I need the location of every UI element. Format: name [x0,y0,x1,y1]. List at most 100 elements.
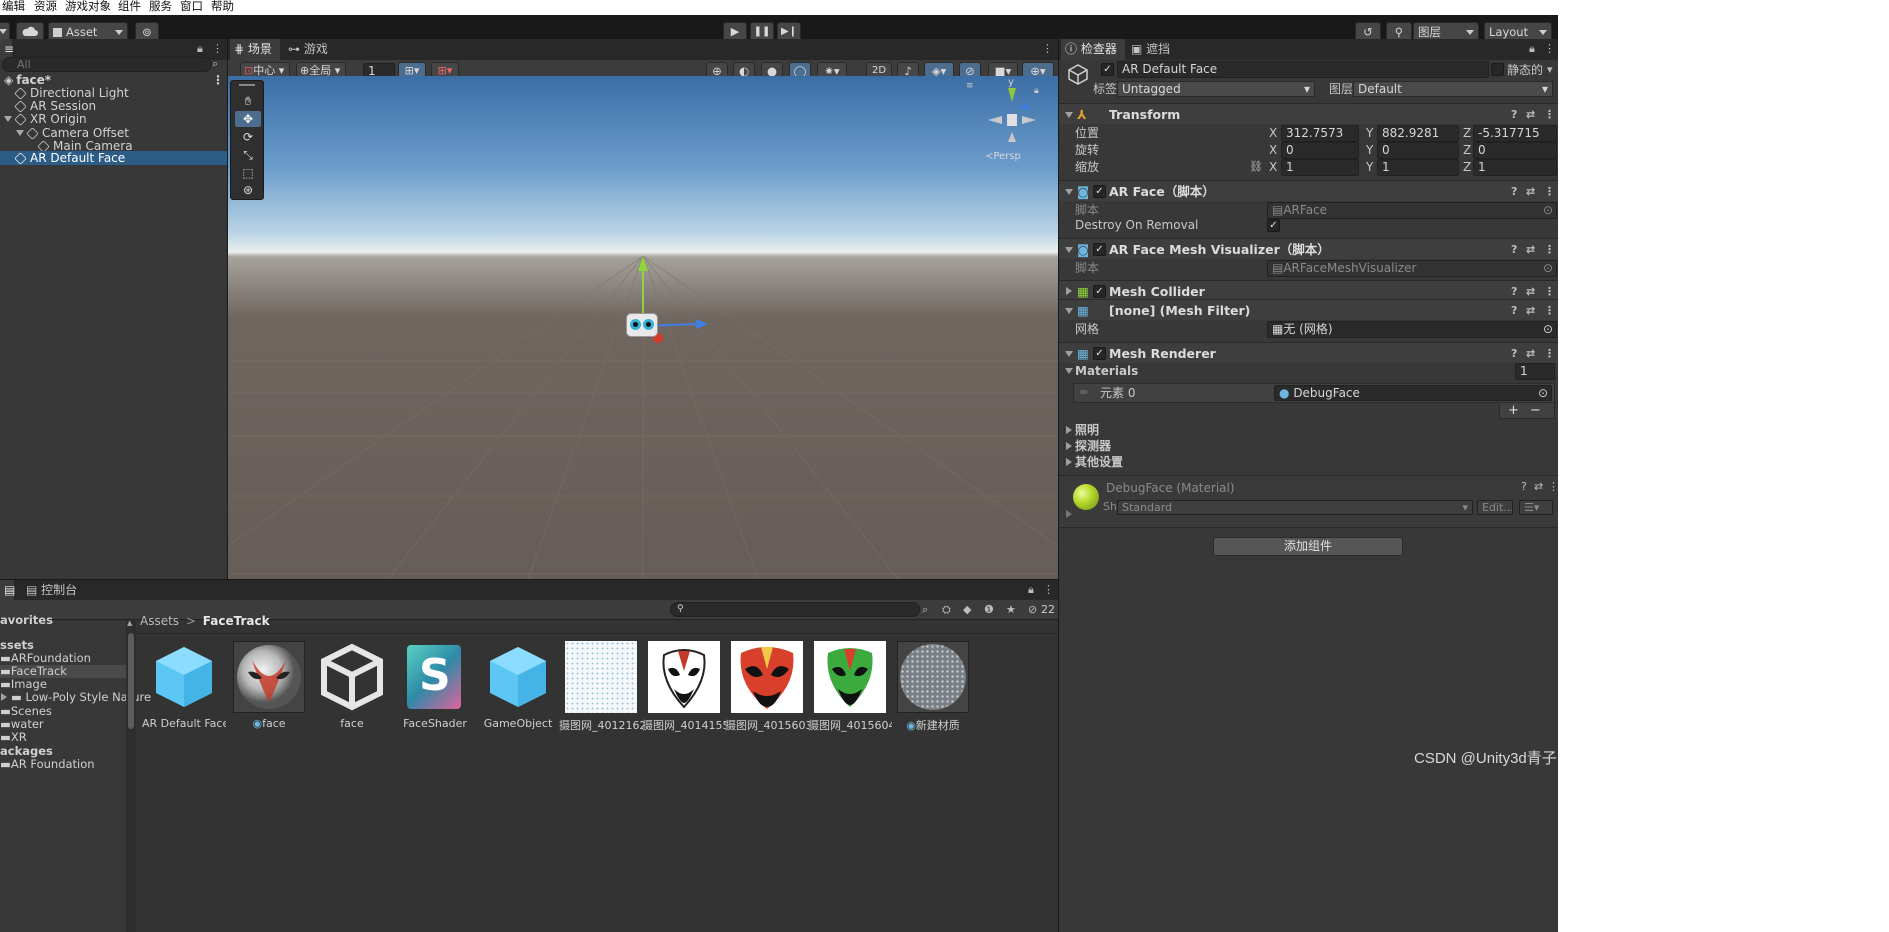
gizmo-lock-icon[interactable]: 🔒︎ [1034,86,1039,96]
menu-window[interactable]: 窗口 [180,0,203,13]
kebab-menu-icon[interactable]: ⋮ [212,42,223,56]
static-checkbox[interactable] [1491,63,1504,76]
lock-icon[interactable]: 🔒︎ [197,42,203,56]
menu-assets[interactable]: 资源 [34,0,57,13]
preset-icon[interactable]: ⇄ [1526,347,1535,361]
tree-item-ar-foundation[interactable]: ▬AR Foundation [0,758,126,771]
asset-gameobject[interactable]: GameObject [476,641,560,730]
collapse-arrow-icon[interactable] [1065,189,1073,195]
rotation-z-input[interactable]: 0 [1473,142,1557,159]
menu-help[interactable]: 帮助 [211,0,234,13]
scale-tool-button[interactable]: ⤡ [235,147,261,163]
object-picker-icon[interactable]: ⊙ [1543,322,1553,337]
help-icon[interactable]: ? [1511,347,1517,361]
ar-face-mesh-header[interactable]: ◙ ✓ AR Face Mesh Visualizer（脚本） ? ⇄ ⋮ [1059,238,1559,259]
asset-texture-4[interactable]: 摄图网_4015604... [808,641,892,733]
object-picker-icon[interactable]: ⊙ [1543,261,1553,276]
label-tag-icon[interactable]: ◆ [963,603,971,617]
transform-tool-button[interactable]: ⊛ [235,182,261,198]
preset-icon[interactable]: ⇄ [1526,304,1535,318]
help-icon[interactable]: ? [1511,243,1517,257]
kebab-menu-icon[interactable]: ⋮ [1544,42,1555,56]
kebab-menu-icon[interactable]: ⋮ [1042,42,1053,56]
preset-icon[interactable]: ⇄ [1526,285,1535,299]
ar-face-object[interactable] [626,313,658,337]
static-dropdown-icon[interactable]: ▾ [1547,63,1553,77]
tree-scrollbar[interactable]: ▲ [126,619,136,932]
shader-menu-button[interactable]: ☰▾ [1519,500,1553,515]
expand-arrow-icon[interactable] [1066,510,1072,518]
move-tool-button[interactable]: ✥ [235,111,261,127]
preset-icon[interactable]: ⇄ [1526,185,1535,199]
perspective-label[interactable]: ≺Persp [985,151,1021,162]
expand-arrow-icon[interactable] [4,116,12,122]
rect-tool-button[interactable]: ⬚ [235,165,261,181]
ar-face-header[interactable]: ◙ ✓ AR Face（脚本） ? ⇄ ⋮ [1059,180,1559,201]
kebab-menu-icon[interactable]: ⋮ [1043,583,1054,597]
position-z-input[interactable]: -5.317715 [1473,125,1557,142]
favorite-star-icon[interactable]: ★ [1006,603,1016,617]
lock-icon[interactable]: 🔒︎ [1028,583,1034,597]
component-menu-icon[interactable]: ⋮ [1544,108,1555,122]
asset-faceshader[interactable]: S FaceShader [393,641,477,730]
menu-services[interactable]: 服务 [149,0,172,13]
materials-count-input[interactable]: 1 [1515,363,1555,380]
help-icon[interactable]: ? [1521,480,1527,494]
lock-icon[interactable]: 🔒︎ [1529,42,1535,56]
collapse-arrow-icon[interactable] [1065,112,1073,118]
gizmo-menu-icon[interactable]: ≡ [966,81,974,91]
expand-arrow-icon[interactable] [1,693,7,701]
mesh-filter-header[interactable]: ▦ [none] (Mesh Filter) ? ⇄ ⋮ [1059,299,1559,320]
remove-element-button[interactable]: − [1530,403,1541,418]
mesh-collider-header[interactable]: ▦ ✓ Mesh Collider ? ⇄ ⋮ [1059,280,1559,301]
tab-inspector[interactable]: ⓘ 检查器 [1061,39,1125,60]
drag-handle-icon[interactable]: ═ [1080,385,1087,399]
shader-dropdown[interactable]: Standard ▾ [1117,500,1473,515]
log-icon[interactable]: ❶ [984,603,994,617]
ar-face-enabled-checkbox[interactable]: ✓ [1093,185,1106,198]
mesh-field[interactable]: ▦无 (网格) ⊙ [1267,321,1557,338]
tab-game[interactable]: ⊶ 游戏 [284,39,334,60]
hidden-packages-icon[interactable]: ⊘ [1028,603,1037,617]
asset-face-model[interactable]: ◉face [227,641,311,730]
collapse-arrow-icon[interactable] [1065,308,1073,314]
breadcrumb-assets[interactable]: Assets [140,614,179,628]
component-menu-icon[interactable]: ⋮ [1544,185,1555,199]
shader-edit-button[interactable]: Edit... [1477,500,1513,515]
scale-x-input[interactable]: 1 [1281,159,1359,176]
menu-gameobject[interactable]: 游戏对象 [65,0,111,13]
breadcrumb-facetrack[interactable]: FaceTrack [203,614,270,628]
asset-face-scene[interactable]: face [310,641,394,730]
add-component-button[interactable]: 添加组件 [1213,537,1403,556]
hand-tool-button[interactable]: ✋︎ [235,93,261,109]
collapse-arrow-icon[interactable] [1065,368,1073,374]
help-icon[interactable]: ? [1511,108,1517,122]
link-icon[interactable]: ⛓ [1249,160,1263,174]
menu-edit[interactable]: 编辑 [2,0,25,13]
ar-face-mesh-enabled-checkbox[interactable]: ✓ [1093,243,1106,256]
component-menu-icon[interactable]: ⋮ [1544,347,1555,361]
scene-viewport[interactable]: ✋︎ ✥ ⟳ ⤡ ⬚ ⊛ y ≺Persp 🔒︎ ≡ [228,76,1058,579]
materials-row[interactable]: Materials 1 [1059,362,1559,380]
preset-icon[interactable]: ⇄ [1534,480,1543,494]
hierarchy-item-ar-default-face[interactable]: AR Default Face [0,151,227,165]
tree-item-low-poly[interactable]: ▬ Low-Poly Style Nature [0,691,151,704]
expand-arrow-icon[interactable] [1066,426,1072,434]
asset-new-material[interactable]: ◉新建材质 [891,641,975,733]
help-icon[interactable]: ? [1511,304,1517,318]
drag-handle-icon[interactable] [239,84,255,86]
filter-type-icon[interactable]: ⛭ [942,603,951,617]
rotate-tool-button[interactable]: ⟳ [235,129,261,145]
help-icon[interactable]: ? [1511,185,1517,199]
tag-dropdown[interactable]: Untagged ▾ [1117,81,1315,97]
additional-settings-section[interactable]: 其他设置 [1059,453,1559,471]
add-element-button[interactable]: + [1508,403,1519,418]
tree-item-favorites[interactable]: avorites [0,614,126,627]
expand-arrow-icon[interactable] [1066,442,1072,450]
rotation-y-input[interactable]: 0 [1377,142,1459,159]
component-menu-icon[interactable]: ⋮ [1544,285,1555,299]
collapse-arrow-icon[interactable] [1065,247,1073,253]
scrollbar-thumb[interactable] [128,633,134,729]
mesh-renderer-enabled-checkbox[interactable]: ✓ [1093,347,1106,360]
tab-console[interactable]: ▤ 控制台 [22,580,82,601]
